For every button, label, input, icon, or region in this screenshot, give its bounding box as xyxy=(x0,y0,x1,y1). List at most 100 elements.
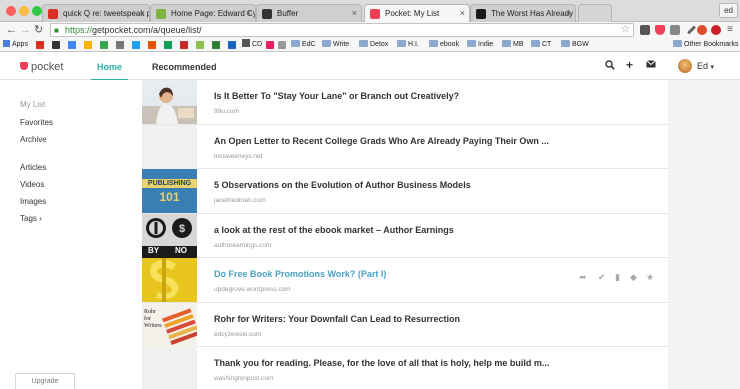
adblock-extension-icon[interactable] xyxy=(697,25,707,35)
share-icon[interactable]: ➦ xyxy=(579,272,587,283)
article-title[interactable]: Is It Better To "Stay Your Lane" or Bran… xyxy=(214,91,459,101)
pen-extension-icon[interactable] xyxy=(686,25,697,35)
sidebar-item-my-list[interactable]: My List xyxy=(20,100,45,109)
bookmark-icon[interactable] xyxy=(164,41,172,49)
profile-button[interactable]: ed xyxy=(719,3,738,18)
add-icon[interactable]: + xyxy=(626,58,633,72)
bookmark-icon[interactable] xyxy=(68,41,76,49)
avatar[interactable] xyxy=(678,59,692,73)
tab-recommended[interactable]: Recommended xyxy=(152,62,217,72)
bookmark-icon[interactable] xyxy=(278,41,286,49)
list-item[interactable]: An Open Letter to Recent College Grads W… xyxy=(142,124,668,169)
close-window-button[interactable] xyxy=(6,6,16,16)
bookmark-folder-bgw[interactable]: BGW xyxy=(561,38,589,51)
list-item[interactable]: PUBLISHING 101 5 Observations on the Evo… xyxy=(142,169,668,214)
tab-gmail[interactable]: quick Q re: tweetspeak posi × xyxy=(42,4,150,22)
bookmark-cd[interactable]: CD xyxy=(242,38,262,51)
article-title[interactable]: a look at the rest of the ebook market –… xyxy=(214,225,454,235)
mail-extension-icon[interactable] xyxy=(670,25,680,35)
article-thumbnail[interactable]: $ BY NO xyxy=(142,213,197,258)
close-tab-icon[interactable]: × xyxy=(352,5,357,22)
list-item[interactable]: Do Free Book Promotions Work? (Part I) u… xyxy=(142,258,668,303)
bookmark-folder-write[interactable]: Write xyxy=(322,38,349,51)
list-item[interactable]: Rohr for Writers Rohr for Writers: Your … xyxy=(142,302,668,347)
article-title[interactable]: Do Free Book Promotions Work? (Part I) xyxy=(214,269,386,279)
bookmark-icon[interactable] xyxy=(228,41,236,49)
user-menu[interactable]: Ed ▾ xyxy=(697,61,714,71)
favorite-icon[interactable]: ★ xyxy=(646,272,654,283)
pinterest-extension-icon[interactable] xyxy=(711,25,721,35)
upgrade-button[interactable]: Upgrade xyxy=(15,373,75,389)
close-tab-icon[interactable]: × xyxy=(246,5,251,22)
folder-icon xyxy=(359,40,368,47)
list-item[interactable]: Thank you for reading. Please, for the l… xyxy=(142,347,668,389)
pocket-logo[interactable]: pocket xyxy=(20,61,63,73)
bookmark-star-icon[interactable]: ☆ xyxy=(621,24,630,36)
close-tab-icon[interactable]: × xyxy=(460,5,465,22)
bookmark-folder-detox[interactable]: Detox xyxy=(359,38,388,51)
list-item[interactable]: Is It Better To "Stay Your Lane" or Bran… xyxy=(142,80,668,125)
article-thumbnail[interactable] xyxy=(142,258,197,302)
bookmark-folder-hi[interactable]: H.I. xyxy=(397,38,419,51)
mail-icon[interactable] xyxy=(646,60,656,71)
article-title[interactable]: Rohr for Writers: Your Downfall Can Lead… xyxy=(214,314,460,324)
pocket-extension-icon[interactable] xyxy=(655,25,665,35)
bookmark-folder-indie[interactable]: Indie xyxy=(467,38,493,51)
article-domain: authorearnings.com xyxy=(214,241,272,249)
sidebar-item-archive[interactable]: Archive xyxy=(20,135,47,144)
bookmark-icon[interactable] xyxy=(148,41,156,49)
article-thumbnail[interactable]: Rohr for Writers xyxy=(142,302,197,347)
tag-icon[interactable]: ◆ xyxy=(630,272,637,283)
bookmark-folder-mb[interactable]: MB xyxy=(502,38,524,51)
bookmark-apps[interactable]: Apps xyxy=(3,38,28,51)
bookmark-icon[interactable] xyxy=(180,41,188,49)
article-thumbnail[interactable]: PUBLISHING 101 xyxy=(142,169,197,213)
bookmark-folder-ebook[interactable]: ebook xyxy=(429,38,459,51)
tab-buffer[interactable]: Buffer × xyxy=(256,4,362,22)
gmail-bookmark-icon[interactable] xyxy=(36,41,44,49)
article-thumbnail[interactable] xyxy=(142,124,197,169)
maximize-window-button[interactable] xyxy=(32,6,42,16)
search-icon[interactable] xyxy=(605,60,615,73)
article-title[interactable]: 5 Observations on the Evolution of Autho… xyxy=(214,180,471,190)
close-tab-icon[interactable]: × xyxy=(566,5,571,22)
bookmark-icon[interactable] xyxy=(100,41,108,49)
article-thumbnail[interactable] xyxy=(142,80,197,124)
list-item[interactable]: $ BY NO a look at the rest of the ebook … xyxy=(142,213,668,258)
address-bar[interactable]: ■ https://getpocket.com/a/queue/list/ ☆ xyxy=(50,23,634,37)
forward-icon[interactable]: → xyxy=(20,22,31,38)
sidebar-item-articles[interactable]: Articles xyxy=(20,163,46,172)
bookmark-icon[interactable] xyxy=(266,41,274,49)
logo-text: pocket xyxy=(31,61,64,73)
archive-check-icon[interactable]: ✔ xyxy=(598,272,606,283)
sidebar-item-images[interactable]: Images xyxy=(20,197,46,206)
bookmark-icon[interactable] xyxy=(116,41,124,49)
tab-home-page[interactable]: Home Page: Edward Cyzew × xyxy=(150,4,256,22)
menu-icon[interactable]: ≡ xyxy=(727,22,733,38)
sidebar-item-videos[interactable]: Videos xyxy=(20,180,44,189)
article-title[interactable]: Thank you for reading. Please, for the l… xyxy=(214,358,549,368)
bookmark-icon[interactable] xyxy=(84,41,92,49)
bookmark-icon[interactable] xyxy=(212,41,220,49)
bookmark-other[interactable]: Other Bookmarks xyxy=(673,38,738,51)
new-tab-button[interactable] xyxy=(578,4,612,22)
delete-icon[interactable]: ▮ xyxy=(615,272,620,283)
bookmark-icon[interactable] xyxy=(132,41,140,49)
sidebar-item-favorites[interactable]: Favorites xyxy=(20,118,53,127)
close-tab-icon[interactable]: × xyxy=(140,5,145,22)
bookmark-folder-edc[interactable]: EdC xyxy=(291,38,316,51)
tab-pocket[interactable]: Pocket: My List × xyxy=(364,4,470,23)
sidebar-item-tags[interactable]: Tags › xyxy=(20,214,42,223)
buffer-extension-icon[interactable] xyxy=(640,25,650,35)
tab-home[interactable]: Home xyxy=(90,62,129,81)
bookmark-folder-ct[interactable]: CT xyxy=(531,38,551,51)
tab-worst[interactable]: The Worst Has Already Hap × xyxy=(470,4,576,22)
back-icon[interactable]: ← xyxy=(6,22,17,38)
bookmark-icon[interactable] xyxy=(196,41,204,49)
reload-icon[interactable]: ↻ xyxy=(34,22,43,38)
minimize-window-button[interactable] xyxy=(19,6,29,16)
article-title[interactable]: An Open Letter to Recent College Grads W… xyxy=(214,136,549,146)
bookmark-icon[interactable] xyxy=(52,41,60,49)
lock-icon: ■ xyxy=(54,26,59,35)
article-thumbnail[interactable] xyxy=(142,347,197,389)
